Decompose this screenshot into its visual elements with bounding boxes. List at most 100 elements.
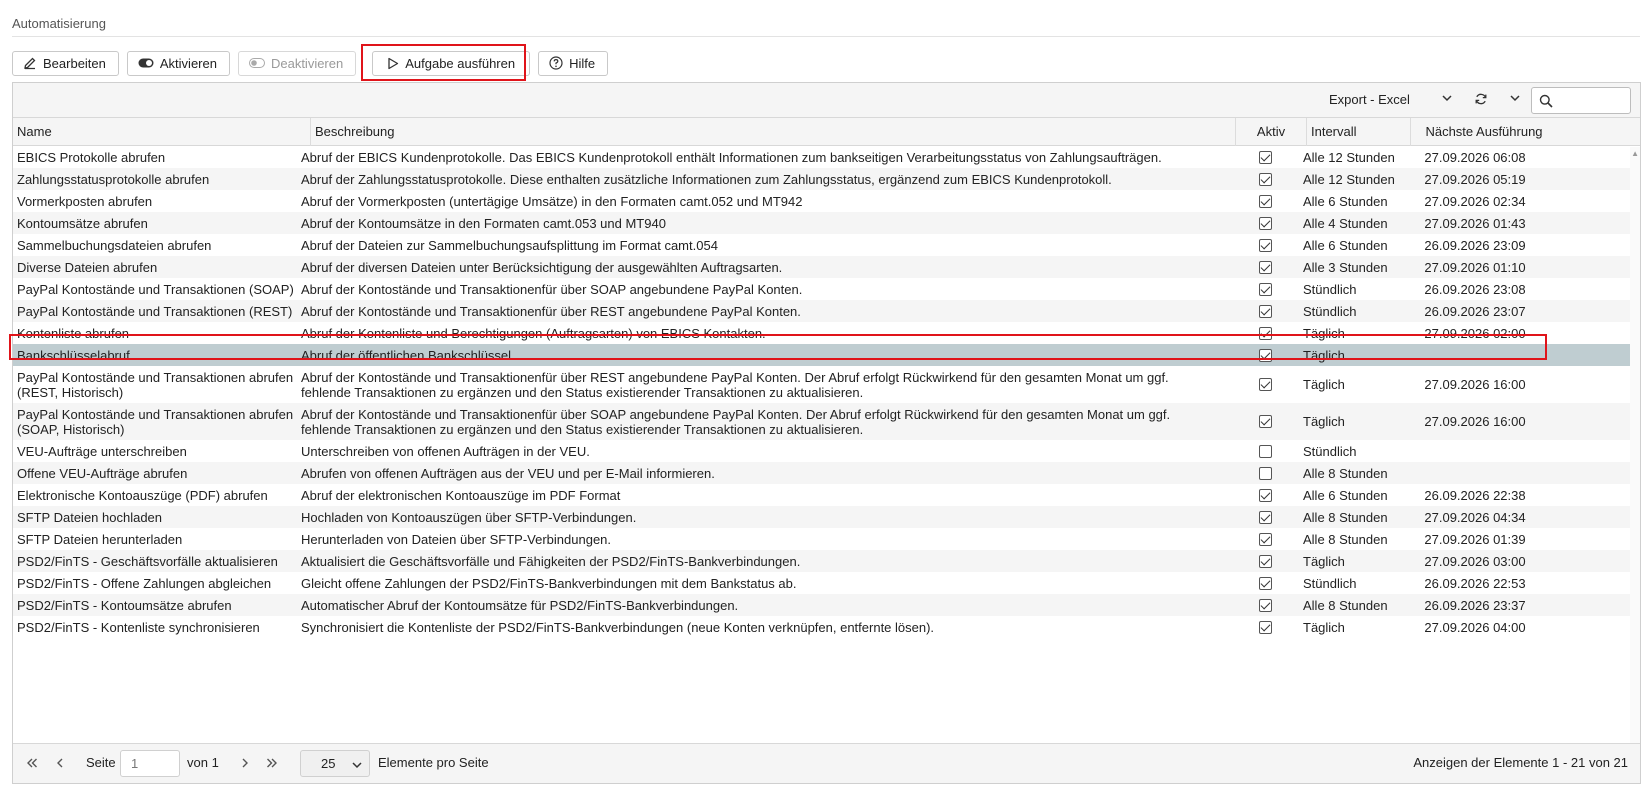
- options-chevron-icon[interactable]: [1509, 92, 1521, 107]
- active-checkbox[interactable]: [1258, 415, 1272, 428]
- search-input[interactable]: [1558, 91, 1626, 110]
- cell-name: Diverse Dateien abrufen: [17, 259, 158, 275]
- column-header-active[interactable]: Aktiv: [1236, 118, 1307, 146]
- cell-interval: Alle 6 Stunden: [1303, 237, 1388, 253]
- active-checkbox[interactable]: [1258, 172, 1272, 186]
- cell-name: Offene VEU-Aufträge abrufen: [17, 465, 188, 481]
- help-button[interactable]: Hilfe: [538, 50, 609, 76]
- active-checkbox[interactable]: [1258, 620, 1272, 634]
- table-row[interactable]: PayPal Kontostände und Transaktionen (SO…: [13, 278, 1640, 300]
- chevron-down-icon[interactable]: [1441, 92, 1453, 107]
- chevron-down-icon: [351, 759, 363, 774]
- active-checkbox[interactable]: [1258, 326, 1272, 340]
- active-checkbox[interactable]: [1258, 348, 1272, 362]
- column-header-next-run[interactable]: Nächste Ausführung: [1411, 118, 1557, 146]
- table-row[interactable]: Zahlungsstatusprotokolle abrufen Abruf de…: [13, 168, 1640, 190]
- first-page-icon[interactable]: [25, 756, 39, 773]
- cell-description: Abruf der Kontostände und Transaktionenf…: [301, 281, 803, 297]
- cell-active: [1253, 572, 1277, 594]
- search-icon: [1539, 94, 1553, 111]
- cell-next-run: 26.09.2026 23:37: [1424, 597, 1526, 613]
- cell-description: Abruf der Dateien zur Sammelbuchungsaufs…: [301, 237, 718, 253]
- table-row[interactable]: PSD2/FinTS - Kontoumsätze abrufen Automat…: [13, 594, 1640, 616]
- cell-active: [1253, 300, 1277, 322]
- table-row[interactable]: Kontenliste abrufen Abruf der Kontenliste…: [13, 322, 1640, 344]
- page-number-input[interactable]: 1: [120, 750, 180, 777]
- cell-next-run: 26.09.2026 22:53: [1424, 575, 1526, 591]
- next-page-icon[interactable]: [238, 756, 252, 773]
- column-header-interval[interactable]: Intervall: [1307, 118, 1411, 146]
- table-row[interactable]: PayPal Kontostände und Transaktionen abr…: [13, 366, 1640, 403]
- previous-page-icon[interactable]: [53, 756, 67, 773]
- cell-interval: Alle 6 Stunden: [1303, 487, 1388, 503]
- active-checkbox[interactable]: [1258, 488, 1272, 502]
- table-row[interactable]: PayPal Kontostände und Transaktionen (RE…: [13, 300, 1640, 322]
- table-row[interactable]: Bankschlüsselabruf Abruf der öffentlichen…: [13, 344, 1640, 366]
- active-checkbox[interactable]: [1258, 378, 1272, 391]
- cell-interval: Täglich: [1303, 347, 1345, 363]
- active-checkbox[interactable]: [1258, 598, 1272, 612]
- active-checkbox[interactable]: [1258, 150, 1272, 164]
- cell-name: Sammelbuchungsdateien abrufen: [17, 237, 212, 253]
- active-checkbox[interactable]: [1258, 444, 1272, 458]
- cell-next-run: 27.09.2026 01:43: [1424, 215, 1526, 231]
- active-checkbox[interactable]: [1258, 304, 1272, 318]
- table-row[interactable]: VEU-Aufträge unterschreiben Unterschreibe…: [13, 440, 1640, 462]
- table-row[interactable]: PSD2/FinTS - Offene Zahlungen abgleichen…: [13, 572, 1640, 594]
- cell-name: PSD2/FinTS - Kontoumsätze abrufen: [17, 597, 232, 613]
- table-row[interactable]: PSD2/FinTS - Geschäftsvorfälle aktualisi…: [13, 550, 1640, 572]
- active-checkbox[interactable]: [1258, 216, 1272, 230]
- cell-description: Abruf der Kontostände und Transaktionenf…: [301, 406, 1171, 437]
- cell-name: PayPal Kontostände und Transaktionen (SO…: [17, 281, 294, 297]
- table-row[interactable]: Sammelbuchungsdateien abrufen Abruf der D…: [13, 234, 1640, 256]
- title-divider: [12, 36, 1640, 37]
- active-checkbox[interactable]: [1258, 194, 1272, 208]
- cell-name: Kontenliste abrufen: [17, 325, 130, 341]
- deactivate-button[interactable]: Deaktivieren: [237, 50, 357, 76]
- search-field[interactable]: [1531, 87, 1631, 114]
- page-size-select[interactable]: 25: [300, 750, 370, 777]
- task-grid: Export - Excel Name Beschreibung Aktiv I…: [12, 82, 1641, 784]
- cell-description: Unterschreiben von offenen Aufträgen in …: [301, 443, 590, 459]
- toolbar: Bearbeiten Aktivieren Deaktivieren Aufga…: [12, 50, 609, 76]
- cell-name: PayPal Kontostände und Transaktionen (RE…: [17, 303, 293, 319]
- scrollbar[interactable]: [1630, 147, 1640, 743]
- active-checkbox[interactable]: [1258, 282, 1272, 296]
- last-page-icon[interactable]: [265, 756, 279, 773]
- page-title: Automatisierung: [12, 16, 106, 31]
- table-row[interactable]: Vormerkposten abrufen Abruf der Vormerkpo…: [13, 190, 1640, 212]
- scroll-up-arrow-icon[interactable]: ▲: [1631, 149, 1639, 158]
- edit-button[interactable]: Bearbeiten: [12, 50, 119, 76]
- table-row[interactable]: Diverse Dateien abrufen Abruf der diverse…: [13, 256, 1640, 278]
- column-header-name[interactable]: Name: [13, 118, 311, 146]
- refresh-icon[interactable]: [1474, 92, 1488, 109]
- active-checkbox[interactable]: [1258, 510, 1272, 524]
- active-checkbox[interactable]: [1258, 260, 1272, 274]
- cell-interval: Stündlich: [1303, 443, 1357, 459]
- cell-description: Aktualisiert die Geschäftsvorfälle und F…: [301, 553, 801, 569]
- cell-interval: Alle 3 Stunden: [1303, 259, 1388, 275]
- cell-next-run: 27.09.2026 01:10: [1424, 259, 1526, 275]
- toggle-on-icon: [138, 58, 154, 68]
- column-header-description[interactable]: Beschreibung: [311, 118, 1236, 146]
- cell-name: PSD2/FinTS - Kontenliste synchronisieren: [17, 619, 260, 635]
- cell-interval: Alle 8 Stunden: [1303, 509, 1388, 525]
- active-checkbox[interactable]: [1258, 576, 1272, 590]
- table-row[interactable]: Elektronische Kontoauszüge (PDF) abrufen…: [13, 484, 1640, 506]
- table-row[interactable]: PayPal Kontostände und Transaktionen abr…: [13, 403, 1640, 440]
- table-row[interactable]: SFTP Dateien herunterladen Herunterladen …: [13, 528, 1640, 550]
- table-row[interactable]: SFTP Dateien hochladen Hochladen von Kont…: [13, 506, 1640, 528]
- active-checkbox[interactable]: [1258, 532, 1272, 546]
- active-checkbox[interactable]: [1258, 238, 1272, 252]
- run-task-button[interactable]: Aufgabe ausführen: [372, 50, 531, 76]
- active-checkbox[interactable]: [1258, 554, 1272, 568]
- table-row[interactable]: Kontoumsätze abrufen Abruf der Kontoumsät…: [13, 212, 1640, 234]
- export-select[interactable]: Export - Excel: [1329, 92, 1410, 107]
- table-row[interactable]: PSD2/FinTS - Kontenliste synchronisieren…: [13, 616, 1640, 638]
- active-checkbox[interactable]: [1258, 466, 1272, 480]
- cell-name: Kontoumsätze abrufen: [17, 215, 148, 231]
- table-row[interactable]: EBICS Protokolle abrufen Abruf der EBICS …: [13, 146, 1640, 168]
- activate-button[interactable]: Aktivieren: [126, 50, 230, 76]
- table-row[interactable]: Offene VEU-Aufträge abrufen Abrufen von o…: [13, 462, 1640, 484]
- cell-description: Abruf der elektronischen Kontoauszüge im…: [301, 487, 621, 503]
